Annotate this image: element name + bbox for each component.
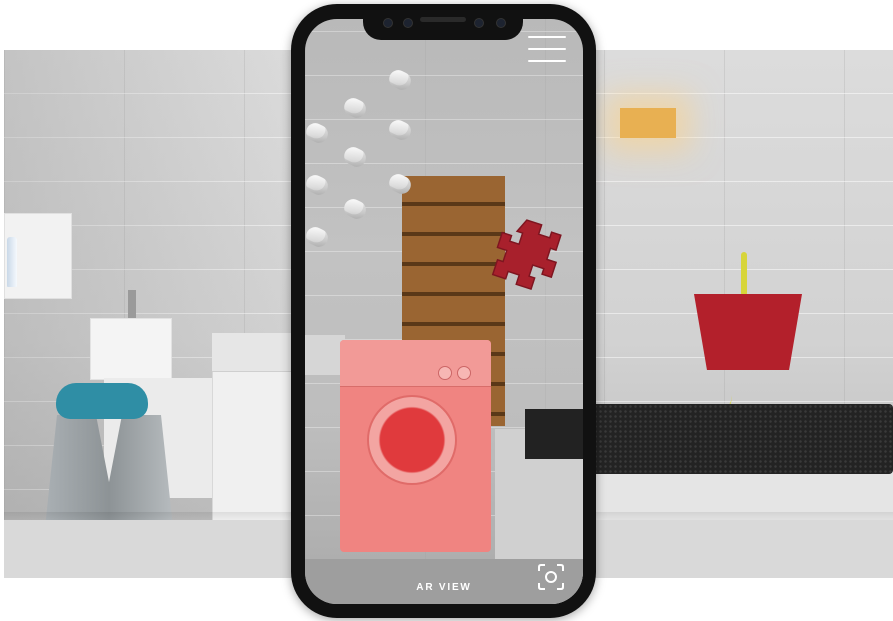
washer-knob [438, 366, 452, 380]
menu-line [528, 60, 566, 62]
washer-knob [457, 366, 471, 380]
stool-seat [56, 383, 148, 419]
speaker-grille [420, 17, 466, 22]
front-camera-icon [383, 18, 393, 28]
menu-line [528, 48, 566, 50]
ar-camera-view[interactable] [305, 19, 583, 604]
washer-door [367, 395, 457, 485]
wall-lamp [620, 108, 676, 138]
ar-view-label: AR VIEW [416, 582, 472, 593]
washer-control-panel [340, 340, 491, 387]
red-sink [694, 294, 802, 370]
screen-mat [525, 409, 583, 459]
menu-line [528, 36, 566, 38]
hamburger-menu-icon[interactable] [528, 36, 566, 62]
screen-counter [305, 335, 345, 375]
wash-basin [90, 318, 172, 380]
front-camera-icon [496, 18, 506, 28]
camera-focus-icon[interactable] [538, 564, 564, 590]
sensor-icon [474, 18, 484, 28]
faucet [128, 290, 136, 318]
sensor-icon [403, 18, 413, 28]
water-bottle [7, 237, 17, 287]
puzzle-gear-object[interactable] [485, 215, 563, 293]
hose-pipe [741, 252, 747, 296]
